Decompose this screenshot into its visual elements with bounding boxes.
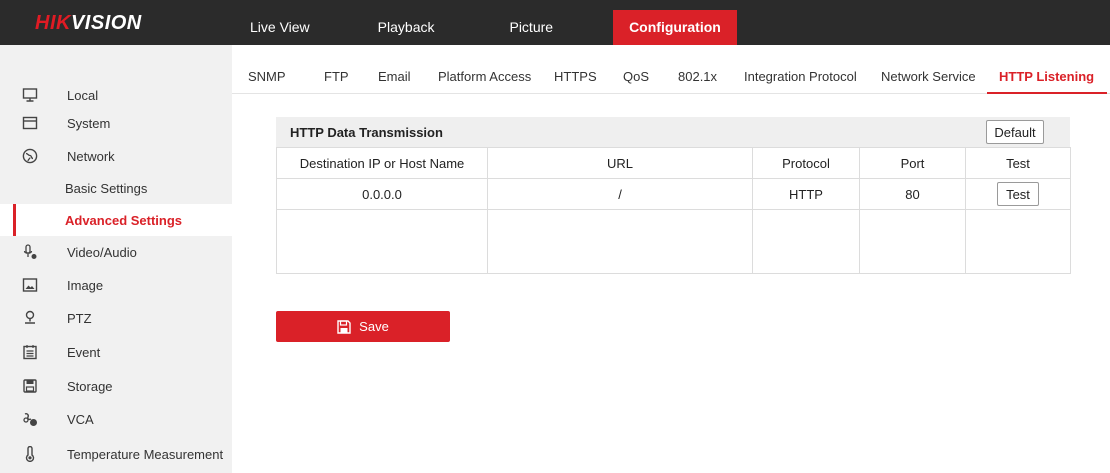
column-header-protocol: Protocol [752, 147, 860, 179]
sidebar-item-label: Video/Audio [67, 244, 137, 260]
section-header: HTTP Data Transmission Default [276, 117, 1070, 147]
active-tab-underline [987, 92, 1107, 94]
sidebar-item-advanced-settings[interactable]: Advanced Settings [0, 204, 232, 236]
tab-http-listening[interactable]: HTTP Listening [999, 62, 1094, 92]
tab-ftp[interactable]: FTP [324, 62, 349, 92]
sidebar-item-label: Event [67, 344, 101, 360]
sidebar-item-label: Advanced Settings [65, 212, 183, 228]
sidebar: Local System Network Basic Settings Adva… [0, 45, 232, 473]
nav-live-view[interactable]: Live View [232, 10, 328, 45]
sidebar-item-label: Basic Settings [65, 180, 148, 196]
test-cell: Test [965, 178, 1071, 210]
sidebar-item-basic-settings[interactable]: Basic Settings [0, 172, 232, 204]
empty-cell [752, 209, 860, 274]
nav-configuration[interactable]: Configuration [613, 10, 737, 45]
sidebar-item-storage[interactable]: Storage [0, 370, 232, 402]
empty-cell [276, 209, 488, 274]
section-title: HTTP Data Transmission [290, 125, 443, 140]
main-nav: Live View Playback Picture Configuration [232, 10, 737, 45]
table-row[interactable]: 0.0.0.0 / HTTP 80 Test [276, 178, 1071, 210]
monitor-icon [22, 87, 38, 103]
top-bar: HIKVISION Live View Playback Picture Con… [0, 0, 1110, 45]
sidebar-item-network[interactable]: Network [0, 140, 232, 172]
tab-email[interactable]: Email [378, 62, 411, 92]
storage-icon [22, 378, 38, 394]
sidebar-item-image[interactable]: Image [0, 269, 232, 301]
http-data-table: Destination IP or Host Name URL Protocol… [276, 147, 1071, 274]
save-icon [337, 319, 351, 334]
microphone-icon [22, 244, 38, 260]
sidebar-item-system[interactable]: System [0, 107, 232, 139]
column-header-test: Test [965, 147, 1071, 179]
tab-integration-protocol[interactable]: Integration Protocol [744, 62, 857, 92]
system-icon [22, 115, 38, 131]
sidebar-item-ptz[interactable]: PTZ [0, 302, 232, 334]
host-cell: 0.0.0.0 [276, 178, 488, 210]
thermometer-icon [22, 446, 38, 462]
sidebar-item-label: Temperature Measurement [67, 446, 224, 462]
hikvision-logo: HIKVISION [35, 12, 142, 34]
image-icon [22, 277, 38, 293]
sidebar-item-label: Local [67, 87, 99, 103]
url-cell: / [487, 178, 753, 210]
empty-cell [965, 209, 1071, 274]
sidebar-item-label: Image [67, 277, 104, 293]
empty-cell [859, 209, 966, 274]
sidebar-item-label: Storage [67, 378, 113, 394]
port-cell: 80 [859, 178, 966, 210]
calendar-icon [22, 344, 38, 360]
protocol-cell: HTTP [752, 178, 860, 210]
sidebar-item-video-audio[interactable]: Video/Audio [0, 236, 232, 268]
column-header-url: URL [487, 147, 753, 179]
default-button[interactable]: Default [986, 120, 1044, 144]
tab-https[interactable]: HTTPS [554, 62, 597, 92]
vca-icon [22, 411, 38, 427]
column-header-port: Port [859, 147, 966, 179]
empty-table-row [276, 209, 1071, 274]
column-header-host: Destination IP or Host Name [276, 147, 488, 179]
tab-bar: SNMP FTP Email Platform Access HTTPS QoS… [232, 62, 1110, 92]
sidebar-item-label: Network [67, 148, 115, 164]
sidebar-item-vca[interactable]: VCA [0, 403, 232, 435]
sidebar-item-label: System [67, 115, 111, 131]
tab-snmp[interactable]: SNMP [248, 62, 286, 92]
sidebar-item-event[interactable]: Event [0, 336, 232, 368]
sidebar-item-temperature-measurement[interactable]: Temperature Measurement [0, 438, 232, 470]
tab-qos[interactable]: QoS [623, 62, 649, 92]
nav-playback[interactable]: Playback [328, 10, 457, 45]
ptz-icon [22, 310, 38, 326]
nav-picture[interactable]: Picture [456, 10, 573, 45]
save-label: Save [359, 319, 389, 334]
test-button[interactable]: Test [997, 182, 1039, 206]
empty-cell [487, 209, 753, 274]
tab-802-1x[interactable]: 802.1x [678, 62, 717, 92]
table-header-row: Destination IP or Host Name URL Protocol… [276, 147, 1071, 179]
save-button[interactable]: Save [276, 311, 450, 342]
tab-network-service[interactable]: Network Service [881, 62, 976, 92]
sidebar-item-label: VCA [67, 411, 94, 427]
sidebar-item-label: PTZ [67, 310, 92, 326]
tab-platform-access[interactable]: Platform Access [438, 62, 531, 92]
globe-icon [22, 148, 38, 164]
tab-divider [232, 93, 1110, 94]
